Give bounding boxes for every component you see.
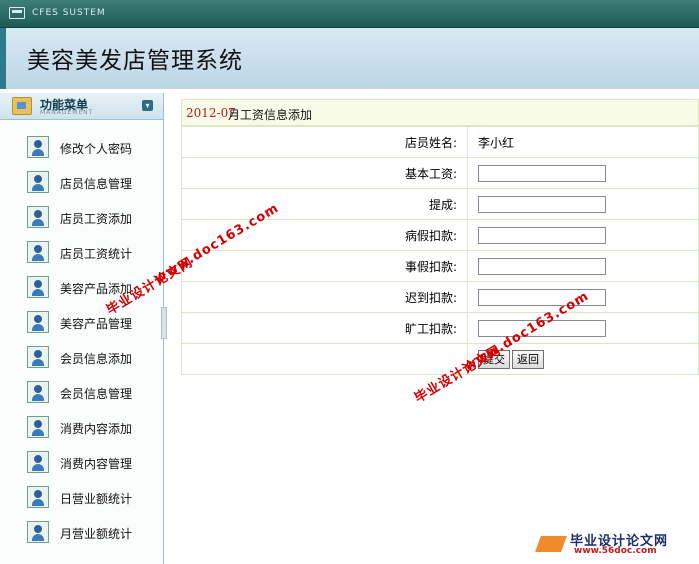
footer-logo-url: www.56doc.com — [574, 546, 657, 556]
sidebar-item-label: 日营业额统计 — [60, 492, 133, 506]
sidebar-item-salary-add[interactable]: 店员工资添加 — [0, 203, 163, 238]
sidebar-item-label: 美容产品管理 — [60, 317, 133, 331]
user-icon — [27, 241, 49, 263]
sidebar: 功能菜单 MANAGEMENT ▾ 修改个人密码 店员信息管理 店员工资添加 店… — [0, 93, 167, 564]
sidebar-item-consumption-add[interactable]: 消费内容添加 — [0, 413, 163, 448]
sidebar-splitter[interactable] — [161, 307, 167, 339]
sidebar-item-product-manage[interactable]: 美容产品管理 — [0, 308, 163, 343]
personal-leave-deduction-label: 事假扣款: — [181, 250, 468, 282]
sidebar-item-label: 消费内容管理 — [60, 457, 133, 471]
sidebar-item-label: 店员工资添加 — [60, 212, 133, 226]
form-row: 旷工扣款: — [181, 312, 699, 344]
sidebar-item-salary-stats[interactable]: 店员工资统计 — [0, 238, 163, 273]
book-icon — [535, 536, 567, 552]
sidebar-item-label: 月营业额统计 — [60, 527, 133, 541]
form-row: 事假扣款: — [181, 250, 699, 282]
title-bar: CFES SUSTEM — [0, 0, 699, 28]
sidebar-item-member-add[interactable]: 会员信息添加 — [0, 343, 163, 378]
form-row: 基本工资: — [181, 157, 699, 189]
user-icon — [27, 451, 49, 473]
base-salary-label: 基本工资: — [181, 157, 468, 189]
sidebar-header: 功能菜单 MANAGEMENT ▾ — [0, 93, 163, 120]
form-row: 迟到扣款: — [181, 281, 699, 313]
user-icon — [27, 346, 49, 368]
sidebar-item-label: 会员信息管理 — [60, 387, 133, 401]
user-icon — [27, 381, 49, 403]
system-label: CFES SUSTEM — [32, 8, 106, 18]
sidebar-item-monthly-revenue[interactable]: 月营业额统计 — [0, 518, 163, 553]
employee-name-label: 店员姓名: — [181, 126, 468, 158]
commission-label: 提成: — [181, 188, 468, 220]
menu-subtitle: MANAGEMENT — [40, 109, 94, 116]
window-icon — [9, 7, 25, 19]
form-header-title: 月工资信息添加 — [228, 108, 313, 122]
user-icon — [27, 486, 49, 508]
folder-icon — [12, 97, 32, 115]
user-icon — [27, 171, 49, 193]
app-title: 美容美发店管理系统 — [27, 48, 243, 74]
sidebar-item-member-manage[interactable]: 会员信息管理 — [0, 378, 163, 413]
sidebar-item-daily-revenue[interactable]: 日营业额统计 — [0, 483, 163, 518]
user-icon — [27, 206, 49, 228]
personal-leave-deduction-input[interactable] — [478, 257, 606, 275]
sidebar-item-label: 会员信息添加 — [60, 352, 133, 366]
user-icon — [27, 136, 49, 158]
user-icon — [27, 416, 49, 438]
back-button[interactable]: 返回 — [512, 349, 544, 369]
user-icon — [27, 276, 49, 298]
user-icon — [27, 521, 49, 543]
user-icon — [27, 311, 49, 333]
footer-logo: 毕业设计论文网 www.56doc.com — [535, 530, 698, 560]
employee-name-value: 李小红 — [467, 126, 699, 158]
app-banner: 美容美发店管理系统 — [0, 28, 699, 89]
form-header: 2012-07 月工资信息添加 — [181, 99, 699, 126]
sidebar-item-label: 店员工资统计 — [60, 247, 133, 261]
sidebar-item-staff-info[interactable]: 店员信息管理 — [0, 168, 163, 203]
salary-form: 店员姓名: 李小红 基本工资: 提成: 病假扣款: 事假扣款: 迟到扣款: 旷工… — [181, 126, 699, 375]
sidebar-item-consumption-manage[interactable]: 消费内容管理 — [0, 448, 163, 483]
collapse-icon[interactable]: ▾ — [142, 100, 153, 111]
form-row: 提交 返回 — [181, 343, 699, 375]
sidebar-item-change-password[interactable]: 修改个人密码 — [0, 133, 163, 168]
commission-input[interactable] — [478, 195, 606, 213]
sick-leave-deduction-input[interactable] — [478, 226, 606, 244]
base-salary-input[interactable] — [478, 164, 606, 182]
sidebar-item-label: 修改个人密码 — [60, 142, 133, 156]
sidebar-item-label: 店员信息管理 — [60, 177, 133, 191]
absence-deduction-label: 旷工扣款: — [181, 312, 468, 344]
late-deduction-label: 迟到扣款: — [181, 281, 468, 313]
form-row: 店员姓名: 李小红 — [181, 126, 699, 158]
sidebar-item-label: 消费内容添加 — [60, 422, 133, 436]
